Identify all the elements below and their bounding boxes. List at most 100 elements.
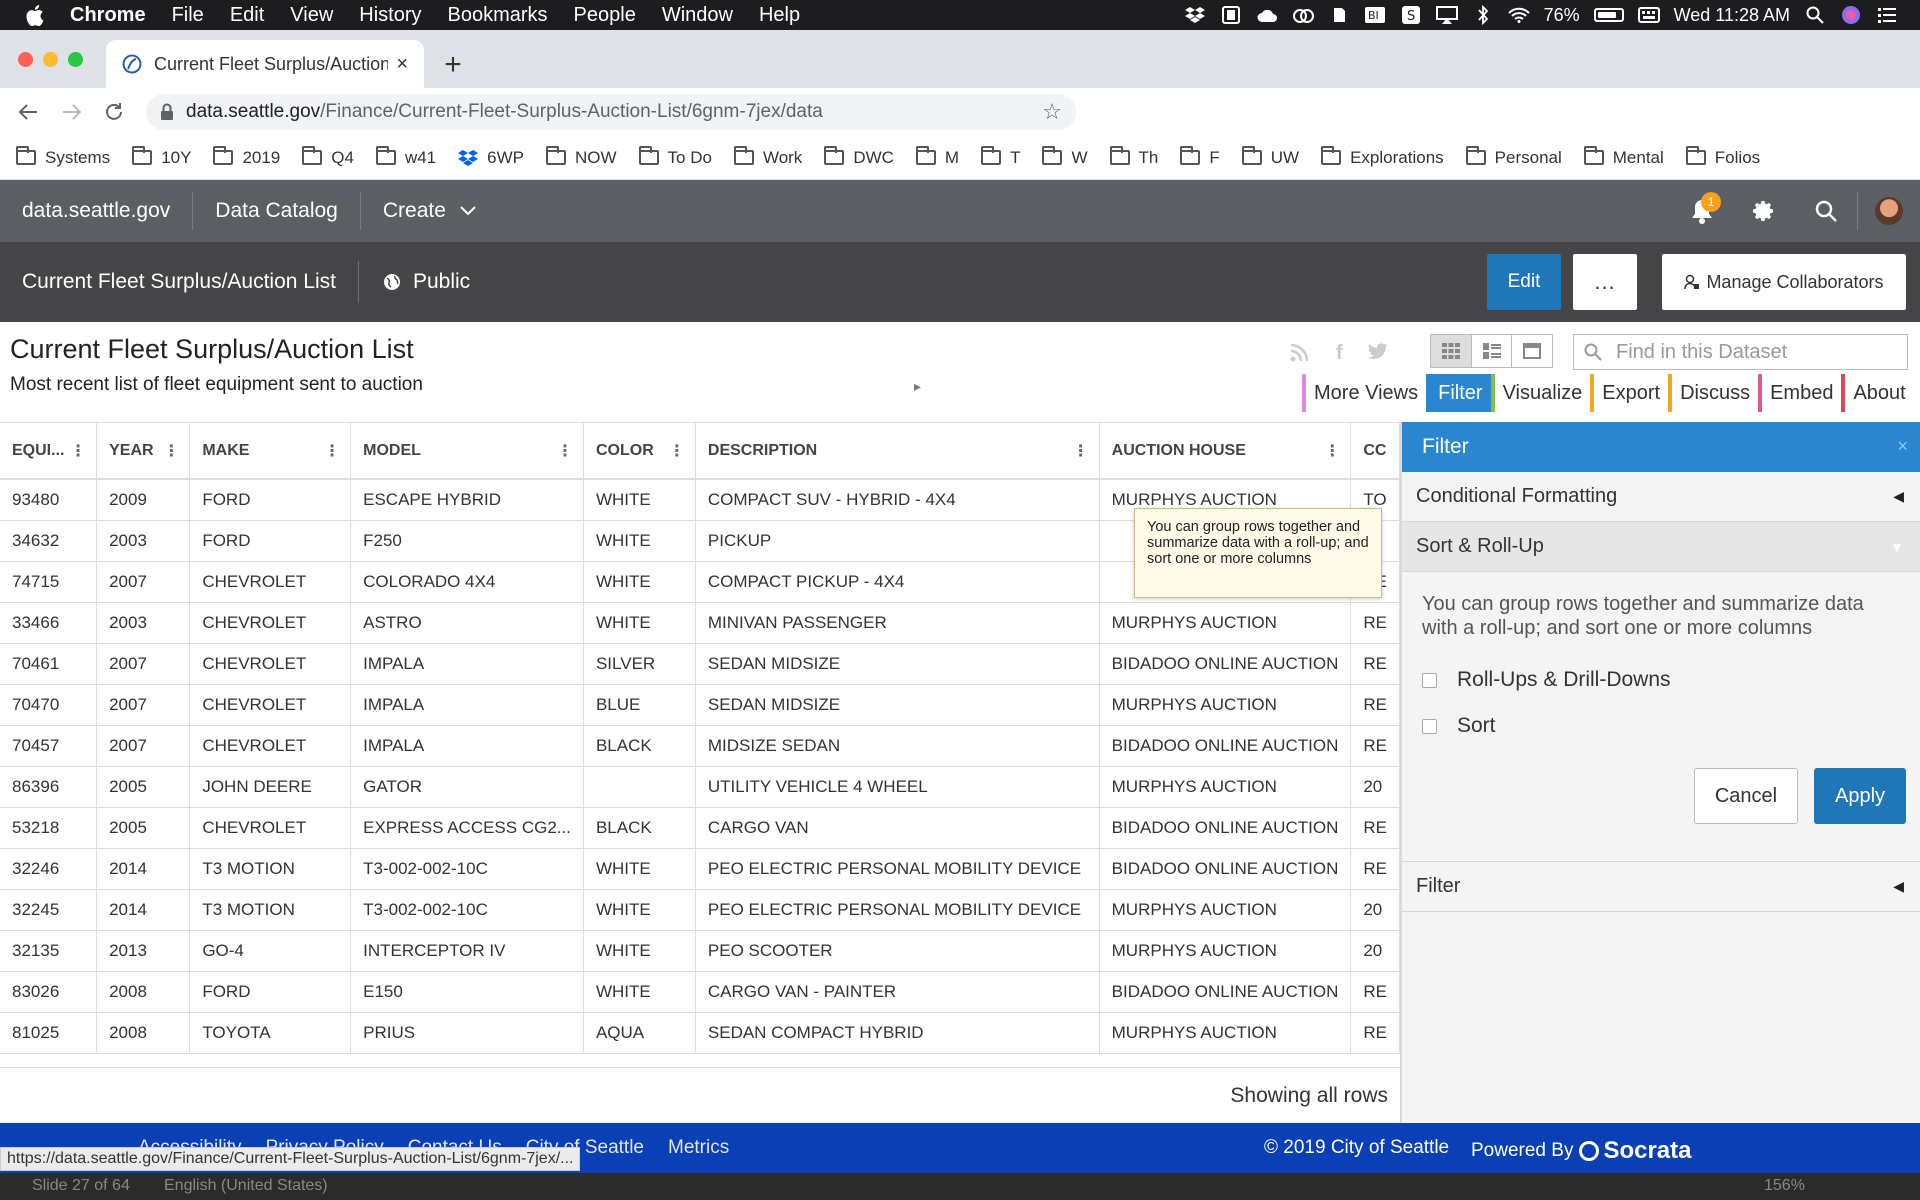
bookmark-folder[interactable]: Explorations [1321,146,1444,168]
table-cell[interactable]: WHITE [583,479,696,521]
notifications-button[interactable]: 1 [1671,180,1733,242]
table-cell[interactable]: UTILITY VEHICLE 4 WHEEL [695,766,1100,808]
table-cell[interactable]: PEO ELECTRIC PERSONAL MOBILITY DEVICE [695,889,1100,931]
table-cell[interactable]: RE [1350,848,1400,890]
table-cell[interactable]: PICKUP [695,520,1100,562]
find-in-dataset-input[interactable]: Find in this Dataset [1573,334,1908,370]
table-cell[interactable]: GATOR [350,766,584,808]
cloud-upload-icon[interactable] [1256,5,1278,25]
table-cell[interactable]: COLORADO 4X4 [350,561,584,603]
column-header[interactable]: YEAR ⋮ [96,423,191,480]
table-cell[interactable]: BLUE [583,684,696,726]
expand-description-icon[interactable]: ▸ [914,378,921,395]
table-cell[interactable]: RE [1350,602,1400,644]
tab-visualize[interactable]: Visualize [1490,374,1591,412]
settings-button[interactable] [1733,180,1795,242]
bookmark-folder[interactable]: UW [1241,146,1299,168]
table-cell[interactable]: 2014 [96,889,191,931]
table-cell[interactable]: MURPHYS AUCTION [1099,684,1352,726]
table-cell[interactable]: RE [1350,971,1400,1013]
data-catalog-link[interactable]: Data Catalog [193,199,360,223]
rollups-checkbox[interactable] [1422,672,1437,688]
back-arrow-icon[interactable] [10,94,46,130]
table-cell[interactable]: FORD [189,971,352,1013]
column-header[interactable]: DESCRIPTION ⋮ [695,423,1100,480]
table-cell[interactable]: RE [1350,684,1400,726]
table-cell[interactable]: 2005 [96,766,191,808]
menu-edit[interactable]: Edit [230,4,264,27]
siri-icon[interactable] [1840,5,1862,25]
column-header[interactable]: AUCTION HOUSE ⋮ [1099,423,1352,480]
table-row[interactable]: 70470 2007 CHEVROLET IMPALA BLUE SEDAN MIDSIZ… [0,684,1400,726]
manage-collaborators-button[interactable]: Manage Collaborators [1662,254,1906,310]
table-cell[interactable]: RE [1350,1012,1400,1054]
column-header[interactable]: CC [1350,423,1400,480]
table-cell[interactable]: BIDADOO ONLINE AUCTION [1099,971,1352,1013]
table-cell[interactable]: MURPHYS AUCTION [1099,1012,1352,1054]
menu-window[interactable]: Window [662,4,733,27]
table-cell[interactable]: 81025 [0,1012,98,1054]
rss-icon[interactable] [1290,342,1310,368]
bookmark-folder[interactable]: 2019 [213,146,280,168]
bookmark-folder[interactable]: Q4 [302,146,354,168]
notification-center-icon[interactable] [1876,5,1898,25]
table-cell[interactable]: 2009 [96,479,191,521]
table-cell[interactable]: WHITE [583,602,696,644]
table-cell[interactable]: BLACK [583,807,696,849]
filter-section[interactable]: Filter ◀ [1402,862,1920,912]
column-header[interactable]: COLOR ⋮ [583,423,696,480]
table-row[interactable]: 86396 2005 JOHN DEERE GATOR UTILITY VEHICLE … [0,766,1400,808]
bookmark-folder[interactable]: NOW [545,146,617,168]
spotlight-search-icon[interactable] [1804,5,1826,25]
search-button[interactable] [1795,180,1857,242]
table-cell[interactable]: GO-4 [189,930,352,972]
table-cell[interactable]: CHEVROLET [189,684,352,726]
table-cell[interactable]: TOYOTA [189,1012,352,1054]
table-cell[interactable]: 20 [1350,930,1400,972]
bookmark-folder[interactable]: Personal [1465,146,1562,168]
table-cell[interactable]: RE [1350,643,1400,685]
table-row[interactable]: 32135 2013 GO-4 INTERCEPTOR IV WHITE PEO SCOO… [0,930,1400,972]
table-cell[interactable]: 2007 [96,643,191,685]
sort-checkbox[interactable] [1422,718,1437,734]
browser-tab[interactable]: Current Fleet Surplus/Auction L × [106,40,424,88]
bookmark-folder[interactable]: Work [733,146,802,168]
column-menu-icon[interactable]: ⋮ [163,441,179,461]
column-menu-icon[interactable]: ⋮ [669,441,685,461]
table-cell[interactable]: 93480 [0,479,98,521]
table-cell[interactable]: FORD [189,520,352,562]
input-menu-icon[interactable] [1637,5,1660,25]
table-row[interactable]: 70457 2007 CHEVROLET IMPALA BLACK MIDSIZE SED… [0,725,1400,767]
forward-arrow-icon[interactable] [54,94,90,130]
zoom-window-button[interactable] [68,52,83,67]
table-cell[interactable]: T3 MOTION [189,848,352,890]
close-tab-icon[interactable]: × [396,53,408,76]
menu-bookmarks[interactable]: Bookmarks [448,4,548,27]
table-cell[interactable]: CHEVROLET [189,602,352,644]
table-cell[interactable]: F250 [350,520,584,562]
wifi-icon[interactable] [1507,5,1530,25]
table-cell[interactable]: CHEVROLET [189,807,352,849]
bookmark-folder[interactable]: w41 [375,146,436,168]
table-cell[interactable]: RE [1350,807,1400,849]
bookmark-folder[interactable]: T [981,146,1020,168]
new-tab-button[interactable]: + [436,48,470,82]
cancel-button[interactable]: Cancel [1694,768,1798,824]
table-cell[interactable]: 2005 [96,807,191,849]
table-cell[interactable]: 70457 [0,725,98,767]
table-cell[interactable]: WHITE [583,930,696,972]
reload-icon[interactable] [96,94,132,130]
table-cell[interactable]: COMPACT PICKUP - 4X4 [695,561,1100,603]
table-cell[interactable]: 32135 [0,930,98,972]
list-view-icon[interactable] [1472,335,1513,367]
address-bar[interactable]: data.seattle.gov/Finance/Current-Fleet-S… [146,94,1076,130]
table-cell[interactable]: 2003 [96,602,191,644]
column-menu-icon[interactable]: ⋮ [70,441,86,461]
table-cell[interactable]: SEDAN MIDSIZE [695,684,1100,726]
table-row[interactable]: 33466 2003 CHEVROLET ASTRO WHITE MINIVAN PASS… [0,602,1400,644]
table-cell[interactable]: 2007 [96,684,191,726]
scrivener-icon[interactable]: S [1400,5,1422,25]
table-cell[interactable]: E150 [350,971,584,1013]
table-cell[interactable]: BIDADOO ONLINE AUCTION [1099,848,1352,890]
lock-icon[interactable] [160,103,174,121]
